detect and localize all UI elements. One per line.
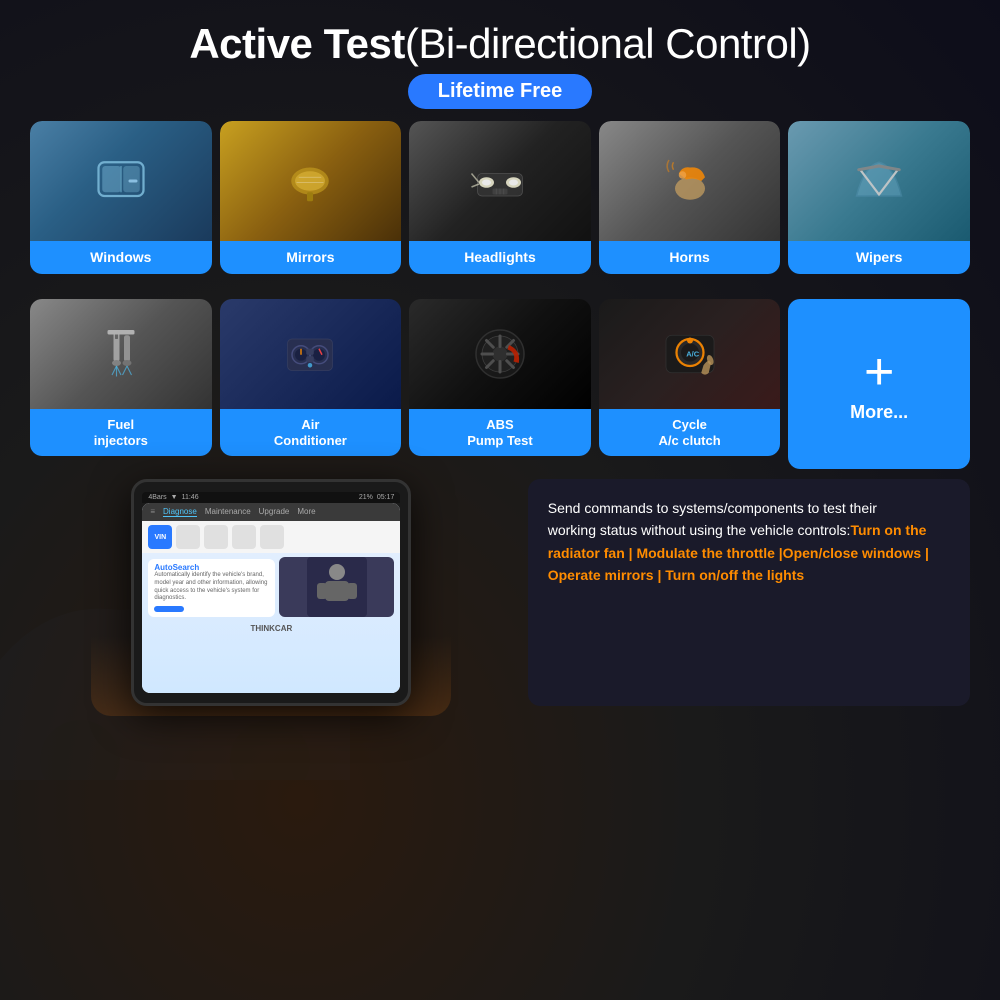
vin-icon[interactable]: VIN xyxy=(148,525,172,549)
air-conditioner-label: AirConditioner xyxy=(220,409,402,456)
car-icon[interactable] xyxy=(176,525,200,549)
autosearch-desc: Automatically identify the vehicle's bra… xyxy=(154,572,269,603)
feature-tile-ac: AirConditioner xyxy=(220,299,402,469)
feature-tile-horns: Horns xyxy=(599,121,781,291)
feature-tile-fuel: Fuelinjectors xyxy=(30,299,212,469)
tablet-nav-diagnose[interactable]: Diagnose xyxy=(163,507,197,517)
wipers-label: Wipers xyxy=(788,241,970,274)
tablet-nav-more[interactable]: More xyxy=(297,507,315,517)
qr-icon[interactable] xyxy=(232,525,256,549)
more-tile: + More... xyxy=(788,299,970,469)
title-bold: Active Test xyxy=(189,20,404,67)
info-text-2: working status without using the vehicle… xyxy=(548,522,851,538)
tablet-nav-maintenance[interactable]: Maintenance xyxy=(205,507,251,517)
more-plus-icon: + xyxy=(864,346,894,398)
mirrors-label: Mirrors xyxy=(220,241,402,274)
feature-tile-cycle: A/C CycleA/c clutch xyxy=(599,299,781,469)
info-normal-2: working status without using the vehicle… xyxy=(548,519,950,586)
abs-pump-label: ABSPump Test xyxy=(409,409,591,456)
truck-icon[interactable] xyxy=(260,525,284,549)
tablet-nav-upgrade[interactable]: Upgrade xyxy=(259,507,290,517)
more-label: More... xyxy=(850,402,908,423)
feature-tile-headlights: Headlights xyxy=(409,121,591,291)
bottom-section: 4Bars ▼ 11:46 21% 05:17 ≡ Diagnose Main xyxy=(30,479,970,706)
brand-label: THINKCAR xyxy=(142,621,400,636)
tablet-mockup: 4Bars ▼ 11:46 21% 05:17 ≡ Diagnose Main xyxy=(30,479,513,706)
tablet-screen: ≡ Diagnose Maintenance Upgrade More VIN xyxy=(142,503,400,693)
tablet-device: 4Bars ▼ 11:46 21% 05:17 ≡ Diagnose Main xyxy=(131,479,411,706)
svg-text:A/C: A/C xyxy=(686,349,700,358)
info-normal-1: Send commands to systems/components to t… xyxy=(548,497,950,519)
autosearch-title: AutoSearch xyxy=(154,563,269,572)
tablet-nav: ≡ Diagnose Maintenance Upgrade More xyxy=(142,503,400,521)
fuel-injectors-label: Fuelinjectors xyxy=(30,409,212,456)
headlights-label: Headlights xyxy=(409,241,591,274)
cycle-ac-label: CycleA/c clutch xyxy=(599,409,781,456)
top-features-row: Windows Mirror xyxy=(30,121,970,291)
lifetime-badge: Lifetime Free xyxy=(408,74,592,109)
feature-tile-mirrors: Mirrors xyxy=(220,121,402,291)
windows-label: Windows xyxy=(30,241,212,274)
info-box: Send commands to systems/components to t… xyxy=(528,479,970,706)
feature-tile-abs: ABSPump Test xyxy=(409,299,591,469)
title-normal: (Bi-directional Control) xyxy=(405,20,811,67)
title-section: Active Test(Bi-directional Control) Life… xyxy=(30,20,970,109)
horns-label: Horns xyxy=(599,241,781,274)
bottom-features-row: Fuelinjectors xyxy=(30,299,970,469)
main-title: Active Test(Bi-directional Control) xyxy=(30,20,970,68)
list-icon[interactable] xyxy=(204,525,228,549)
feature-tile-wipers: Wipers xyxy=(788,121,970,291)
info-text-1: Send commands to systems/components to t… xyxy=(548,500,877,516)
feature-tile-windows: Windows xyxy=(30,121,212,291)
